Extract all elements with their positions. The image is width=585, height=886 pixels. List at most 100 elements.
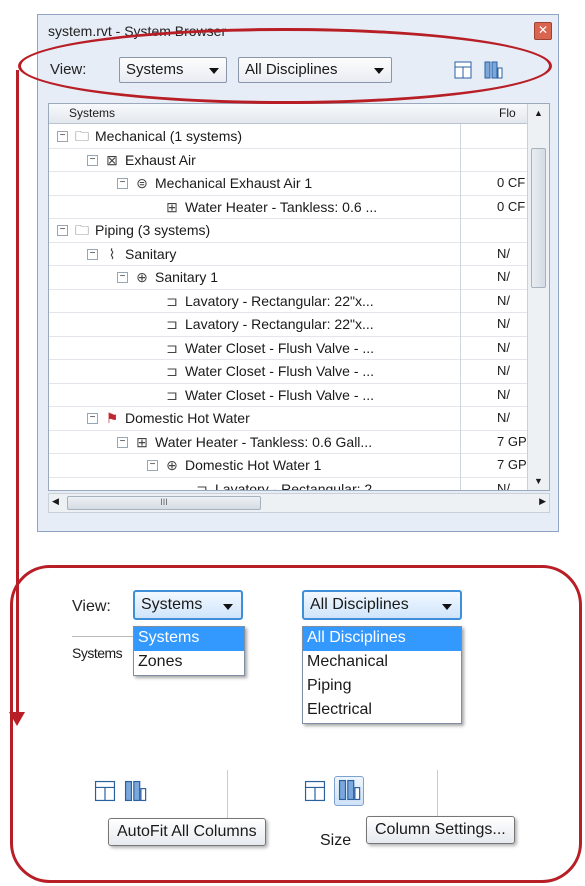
tree-row-label: Water Closet - Flush Valve - ... — [185, 386, 375, 403]
tree-row-flow: N/ — [497, 339, 510, 355]
fixture-icon: ⊐ — [166, 316, 178, 332]
tree-row-label: Lavatory - Rectangular: 2... — [215, 480, 384, 491]
discipline-option-electrical[interactable]: Electrical — [303, 699, 461, 723]
scroll-down-icon[interactable]: ▼ — [534, 476, 543, 486]
tree-row[interactable]: − ⌇ Sanitary N/ — [49, 243, 529, 266]
folder-icon: 🗀 — [75, 128, 89, 144]
tree-row[interactable]: − ⚑ Domestic Hot Water N/ — [49, 407, 529, 431]
detail-autofit-icon[interactable] — [92, 778, 118, 804]
collapse-toggle-icon[interactable]: − — [87, 248, 98, 260]
detail-toolbar-right — [298, 770, 438, 822]
tree-row-label: Water Heater - Tankless: 0.6 Gall... — [155, 433, 373, 450]
collapse-toggle-icon[interactable]: − — [87, 413, 98, 424]
view-options-menu: Systems Zones — [133, 626, 245, 676]
horizontal-scroll-thumb[interactable]: III — [67, 496, 261, 510]
tree-row-flow: N/ — [497, 316, 510, 331]
size-column-label: Size — [320, 832, 352, 849]
tree-row[interactable]: ⊐ Water Closet - Flush Valve - ... N/ — [49, 360, 529, 384]
scroll-right-icon[interactable]: ▶ — [539, 496, 546, 507]
tree-row[interactable]: − ⊞ Water Heater - Tankless: 0.6 Gall... 7 … — [49, 431, 529, 454]
tree-row-flow: N/ — [497, 480, 510, 491]
vertical-scroll-thumb[interactable] — [531, 148, 546, 288]
tree-row-flow: N/ — [497, 386, 510, 402]
detail-view-dropdown-value: Systems — [141, 596, 203, 613]
tree-row-label: Water Heater - Tankless: 0.6 ... — [185, 198, 378, 215]
tree-row-label: Exhaust Air — [125, 151, 196, 168]
pipe-system-icon: ⊕ — [166, 457, 178, 473]
fixture-icon: ⊐ — [166, 292, 178, 309]
view-option-zones[interactable]: Zones — [134, 651, 244, 675]
column-divider — [460, 124, 461, 490]
tree-row[interactable]: ⊐ Water Closet - Flush Valve - ... N/ — [49, 384, 529, 407]
tree-row-label: Sanitary 1 — [155, 269, 219, 285]
grid-header: Systems Flo — [49, 104, 549, 124]
equipment-icon: ⊞ — [136, 433, 148, 450]
tree-row-flow: 7 GP — [497, 433, 527, 449]
collapse-toggle-icon[interactable]: − — [117, 436, 128, 448]
collapse-toggle-icon[interactable]: − — [57, 225, 68, 236]
close-button[interactable]: ✕ — [534, 22, 552, 40]
tree-row[interactable]: − 🗀 Mechanical (1 systems) — [49, 125, 529, 149]
detail-toolbar-left — [88, 770, 228, 822]
detail-discipline-dropdown-value: All Disciplines — [310, 596, 409, 613]
tree-row[interactable]: − ⊜ Mechanical Exhaust Air 1 0 CF — [49, 172, 529, 196]
detail-column-settings-icon[interactable] — [122, 778, 148, 804]
fixture-icon: ⊐ — [196, 480, 208, 491]
discipline-option-all[interactable]: All Disciplines — [303, 627, 461, 651]
tree-row-label: Lavatory - Rectangular: 22"x... — [185, 292, 374, 309]
tree-row-flow: 7 GP — [497, 457, 527, 472]
tree-row-label: Piping (3 systems) — [95, 222, 211, 238]
fixture-icon: ⊐ — [166, 363, 178, 379]
tree-row-label: Lavatory - Rectangular: 22"x... — [185, 316, 374, 332]
equipment-icon: ⊞ — [166, 198, 178, 215]
column-settings-tooltip: Column Settings... — [366, 816, 515, 844]
column-header-systems[interactable]: Systems — [69, 106, 115, 120]
tree-row-flow: N/ — [497, 363, 510, 378]
detail-autofit-icon-2[interactable] — [302, 778, 328, 804]
collapse-toggle-icon[interactable]: − — [57, 131, 68, 142]
tree-row[interactable]: − ⊠ Exhaust Air — [49, 149, 529, 172]
collapse-toggle-icon[interactable]: − — [147, 460, 158, 471]
scroll-left-icon[interactable]: ◀ — [52, 496, 59, 507]
duct-system-icon: ⊜ — [136, 175, 148, 191]
detail-view-dropdown[interactable]: Systems — [133, 590, 243, 620]
horizontal-scrollbar[interactable]: ◀ III ▶ — [48, 493, 550, 513]
tree-row[interactable]: ⊐ Lavatory - Rectangular: 22"x... N/ — [49, 290, 529, 313]
tree-row-label: Sanitary — [125, 245, 177, 262]
view-option-systems[interactable]: Systems — [134, 627, 244, 651]
vertical-scrollbar[interactable]: ▲ ▼ — [527, 104, 549, 490]
detail-column-settings-icon-hover[interactable] — [334, 776, 364, 806]
collapse-toggle-icon[interactable]: − — [87, 154, 98, 166]
tree-row-label: Domestic Hot Water — [125, 410, 250, 426]
scroll-up-icon[interactable]: ▲ — [534, 108, 543, 118]
collapse-toggle-icon[interactable]: − — [117, 178, 128, 189]
tree-row[interactable]: ⊞ Water Heater - Tankless: 0.6 ... 0 CF — [49, 196, 529, 219]
detail-discipline-dropdown[interactable]: All Disciplines — [302, 590, 462, 620]
detail-view-label: View: — [72, 598, 111, 615]
chevron-down-icon — [442, 604, 452, 610]
collapse-toggle-icon[interactable]: − — [117, 272, 128, 283]
tree-row-flow: N/ — [497, 245, 510, 261]
tree-row-flow: N/ — [497, 410, 510, 425]
hot-water-icon: ⚑ — [105, 410, 119, 426]
fixture-icon: ⊐ — [166, 386, 178, 403]
tree-row[interactable]: ⊐ Lavatory - Rectangular: 2... N/ — [49, 478, 529, 491]
discipline-option-piping[interactable]: Piping — [303, 675, 461, 699]
tree-row[interactable]: ⊐ Water Closet - Flush Valve - ... N/ — [49, 337, 529, 360]
chevron-down-icon — [223, 604, 233, 610]
tree-row[interactable]: − ⊕ Sanitary 1 N/ — [49, 266, 529, 290]
exhaust-air-icon: ⊠ — [106, 151, 118, 168]
tree-row[interactable]: − ⊕ Domestic Hot Water 1 7 GP — [49, 454, 529, 478]
column-header-flow[interactable]: Flo — [499, 106, 516, 120]
folder-icon: 🗀 — [75, 222, 89, 238]
tree-row-flow: N/ — [497, 292, 510, 308]
discipline-option-mechanical[interactable]: Mechanical — [303, 651, 461, 675]
tree-row-label: Mechanical Exhaust Air 1 — [155, 175, 313, 191]
fixture-icon: ⊐ — [166, 339, 178, 356]
tree-row-label: Domestic Hot Water 1 — [185, 457, 322, 473]
tree-row[interactable]: ⊐ Lavatory - Rectangular: 22"x... N/ — [49, 313, 529, 337]
tree-row[interactable]: − 🗀 Piping (3 systems) — [49, 219, 529, 243]
tree-row-flow: 0 CF — [497, 198, 526, 214]
discipline-options-menu: All Disciplines Mechanical Piping Electr… — [302, 626, 462, 724]
tree-row-flow: 0 CF — [497, 175, 526, 190]
